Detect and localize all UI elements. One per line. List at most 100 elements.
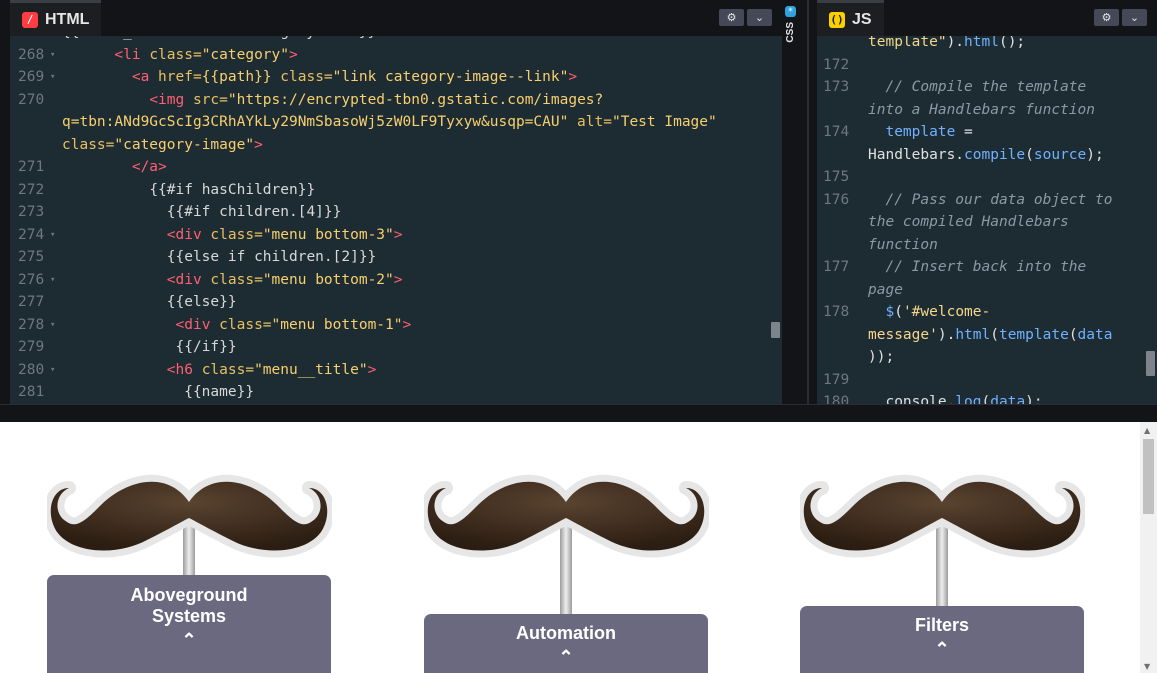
code-line[interactable]: 178 $('#welcome-	[817, 301, 1157, 324]
code-line[interactable]: 277 {{else}}	[10, 291, 782, 314]
fold-arrow-icon[interactable]: ▾	[50, 36, 55, 44]
html-tab[interactable]: / HTML	[10, 0, 102, 36]
fold-arrow-icon[interactable]: ▾	[50, 44, 55, 67]
code-line[interactable]: Handlebars.compile(source);	[817, 144, 1157, 167]
html-collapse-button[interactable]: ⌄	[747, 9, 772, 26]
code-line[interactable]: 281 {{name}}	[10, 381, 782, 404]
fold-arrow-icon[interactable]: ▾	[50, 359, 55, 382]
js-settings-button[interactable]: ⚙	[1094, 9, 1119, 26]
code-line[interactable]: class="category-image">	[10, 134, 782, 157]
code-line[interactable]: the compiled Handlebars	[817, 211, 1157, 234]
code-token: page	[868, 281, 903, 298]
preview-resize-bar[interactable]	[0, 404, 1157, 422]
chevron-up-icon[interactable]: ⌃	[800, 640, 1084, 658]
pane-resize-gutter[interactable]	[799, 0, 817, 404]
code-token: >	[568, 69, 578, 85]
code-text: {{else if children.[2]}}	[62, 246, 377, 269]
code-line[interactable]: 270 <img src="https://encrypted-tbn0.gst…	[10, 89, 782, 112]
preview-scrollbar[interactable]: ▲ ▼	[1140, 422, 1157, 673]
js-editor-pane: () JS ⚙ ⌄ template").html(); 172 173 // Co…	[817, 0, 1157, 404]
code-text: <h6 class="menu__title">	[62, 359, 377, 382]
html-settings-button[interactable]: ⚙	[719, 9, 744, 26]
js-scrollbar-thumb[interactable]	[1146, 351, 1155, 376]
line-number: 178	[823, 304, 850, 320]
code-line[interactable]: 279 {{/if}}	[10, 336, 782, 359]
category-label[interactable]: Filters ⌃	[800, 606, 1084, 673]
fold-arrow-icon[interactable]: ▾	[50, 269, 55, 292]
html-code-editor[interactable]: 267▾{{#each_lisitem.data.category.tree}}…	[10, 36, 782, 404]
code-line[interactable]: 273 {{#if children.[4]}}	[10, 201, 782, 224]
gutter-divider	[807, 0, 809, 404]
code-line[interactable]: q=tbn:ANd9GcScIg3CRhAYkLy29NmSbasoWj5zW0…	[10, 111, 782, 134]
js-code-editor[interactable]: template").html(); 172 173 // Compile the …	[817, 36, 1157, 404]
code-line[interactable]: 278 ▾ <div class="menu bottom-1">	[10, 314, 782, 337]
fold-arrow-icon[interactable]: ▾	[50, 66, 55, 89]
code-line[interactable]: function	[817, 234, 1157, 257]
line-number: 271	[18, 159, 45, 175]
code-line[interactable]: 174 template =	[817, 121, 1157, 144]
preview-scrollbar-thumb[interactable]	[1143, 439, 1154, 514]
code-line[interactable]: into a Handlebars function	[817, 99, 1157, 122]
code-line[interactable]: 172	[817, 54, 1157, 77]
js-collapse-button[interactable]: ⌄	[1122, 9, 1147, 26]
code-line[interactable]: 177 // Insert back into the	[817, 256, 1157, 279]
code-text: // Insert back into the	[868, 256, 1086, 279]
line-number: 273	[18, 204, 45, 220]
html-tab-icon: /	[22, 11, 38, 28]
code-line[interactable]: message').html(template(data	[817, 324, 1157, 347]
code-line[interactable]: 175	[817, 166, 1157, 189]
line-number: 174	[823, 124, 850, 140]
scroll-up-arrow-icon[interactable]: ▲	[1144, 426, 1150, 435]
category-label[interactable]: Automation ⌃	[424, 614, 708, 673]
code-token: "https://encrypted-tbn0.gstatic.com/imag…	[227, 91, 604, 108]
code-line[interactable]: 180 console.log(data);	[817, 391, 1157, 404]
html-scrollbar-thumb[interactable]	[771, 322, 780, 338]
code-token: $	[885, 304, 895, 320]
chevron-up-icon[interactable]: ⌃	[47, 631, 331, 649]
code-line[interactable]: 267▾ {{#each_lisitem.data.category.tree}}	[10, 36, 782, 44]
code-line[interactable]: 275 {{else if children.[2]}}	[10, 246, 782, 269]
html-pane-header: / HTML ⚙ ⌄	[10, 0, 782, 36]
line-number: 275	[18, 249, 45, 265]
code-line[interactable]: 268 ▾ <li class="category">	[10, 44, 782, 67]
code-line[interactable]: 276 ▾ <div class="menu bottom-2">	[10, 269, 782, 292]
code-text: {{#each_lisitem.data.category.tree}}	[62, 36, 376, 44]
line-number: 177	[823, 259, 850, 275]
code-line[interactable]: 274 ▾ <div class="menu bottom-3">	[10, 224, 782, 247]
code-token: <img	[149, 91, 193, 108]
code-token: (	[1068, 326, 1078, 343]
code-line[interactable]: 272 {{#if hasChildren}}	[10, 179, 782, 202]
category-label[interactable]: Aboveground Systems ⌃	[47, 575, 331, 673]
css-pane-collapsed[interactable]: * CSS	[783, 0, 799, 404]
fold-arrow-icon[interactable]: ▾	[50, 224, 55, 247]
code-line[interactable]: page	[817, 279, 1157, 302]
code-text: class="category-image">	[62, 134, 263, 157]
code-line[interactable]: 179	[817, 369, 1157, 392]
code-token: ).	[937, 326, 956, 343]
fold-arrow-icon[interactable]: ▾	[50, 314, 55, 337]
code-token: {{path}}	[201, 69, 272, 85]
code-token: <a	[131, 69, 159, 85]
code-line[interactable]: ));	[817, 346, 1157, 369]
code-line[interactable]: 269 ▾ <a href={{path}} class="link catego…	[10, 66, 782, 89]
code-line[interactable]: 280 ▾ <h6 class="menu__title">	[10, 359, 782, 382]
code-text: page	[868, 279, 903, 302]
code-token: template	[998, 326, 1069, 343]
line-number: 172	[823, 56, 850, 73]
chevron-up-icon[interactable]: ⌃	[424, 648, 708, 666]
code-line[interactable]: 271 </a>	[10, 156, 782, 179]
code-line[interactable]: 176 // Pass our data object to	[817, 189, 1157, 212]
code-line[interactable]: template").html();	[817, 36, 1157, 54]
code-text: <li class="category">	[62, 44, 297, 67]
code-token: alt=	[568, 114, 612, 130]
js-tab[interactable]: () JS	[817, 0, 884, 36]
scroll-down-arrow-icon[interactable]: ▼	[1144, 662, 1150, 671]
code-token: class=	[62, 136, 115, 153]
code-line[interactable]: 173 // Compile the template	[817, 76, 1157, 99]
js-tab-icon: ()	[829, 11, 845, 28]
